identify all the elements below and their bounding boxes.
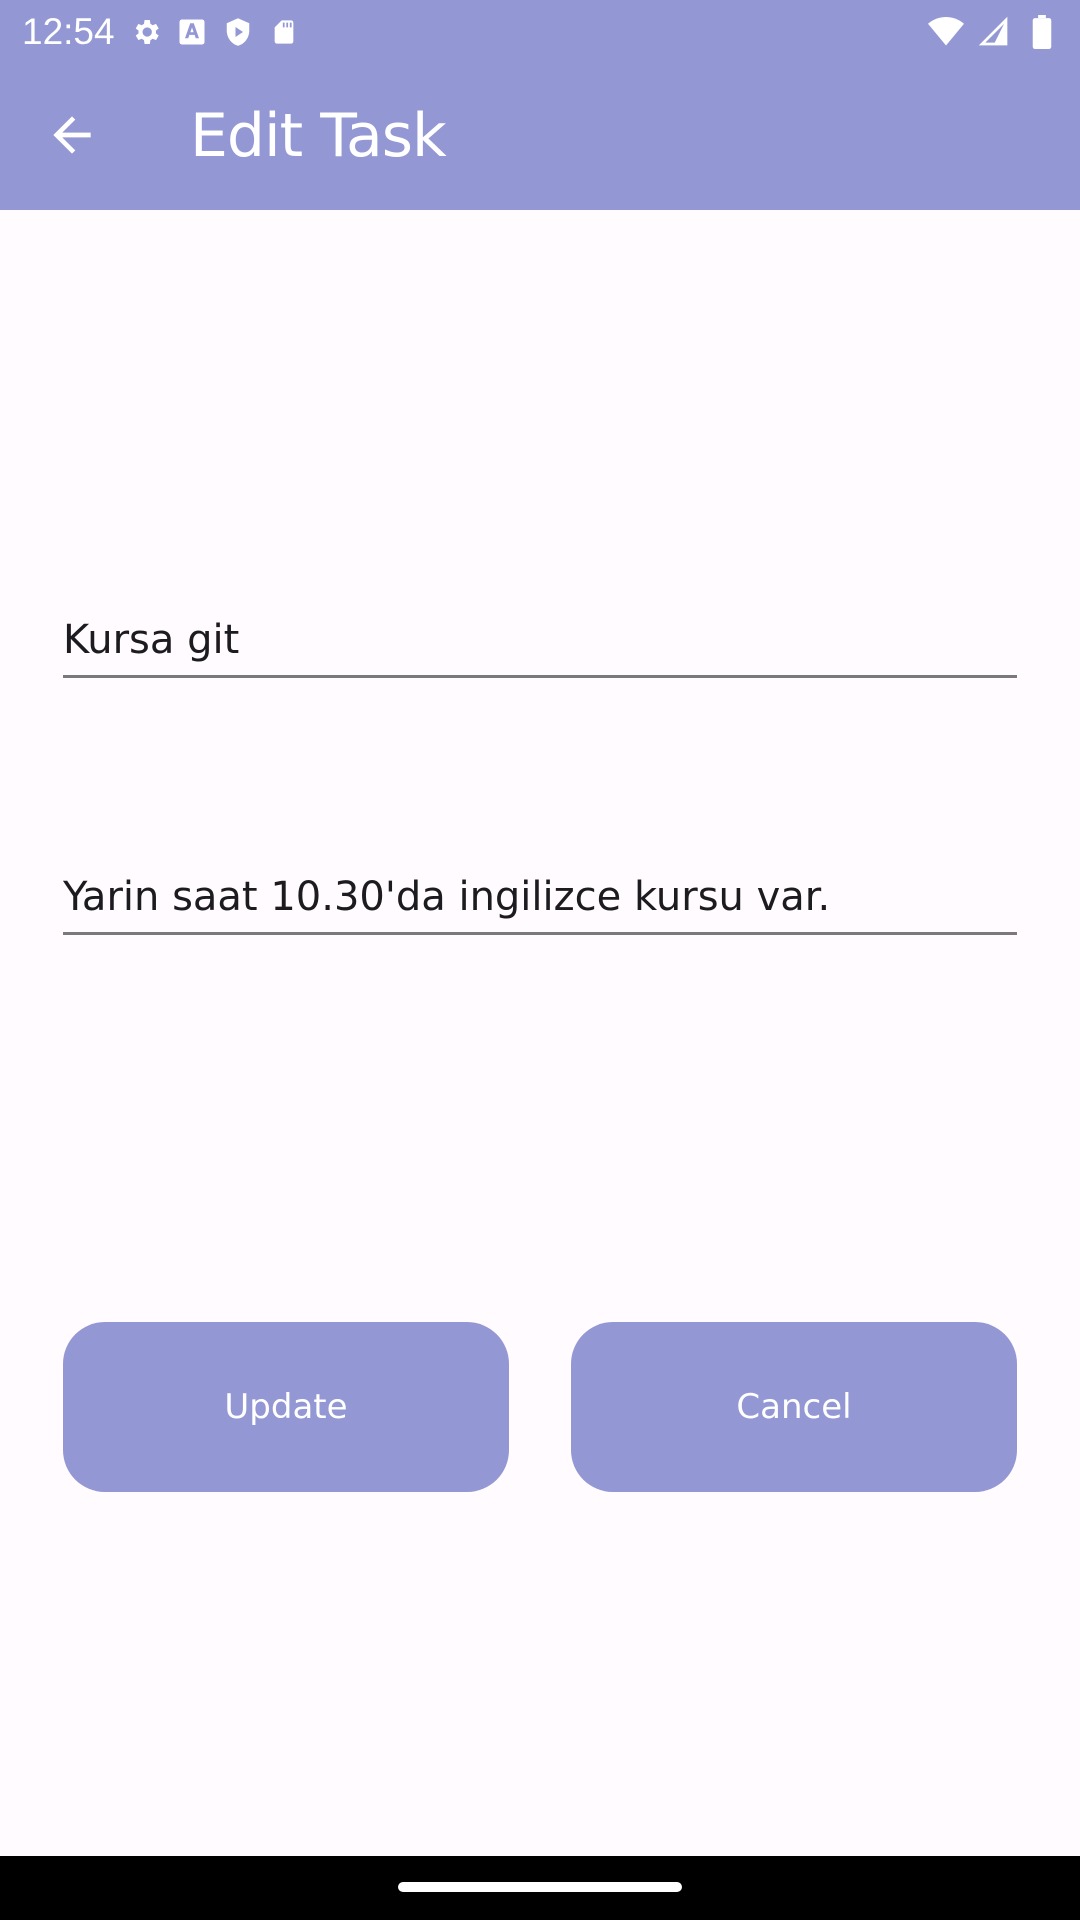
cancel-button[interactable]: Cancel (571, 1322, 1017, 1492)
gear-icon (128, 14, 164, 50)
signal-icon (976, 14, 1012, 50)
shield-play-icon (220, 14, 256, 50)
task-title-underline (63, 675, 1017, 678)
status-time: 12:54 (22, 11, 115, 52)
cancel-button-label: Cancel (736, 1387, 852, 1427)
status-icons-right (928, 12, 1060, 52)
task-title-field (63, 605, 1017, 678)
status-bar: 12:54 (0, 0, 1080, 64)
update-button[interactable]: Update (63, 1322, 509, 1492)
battery-icon (1024, 14, 1060, 50)
task-description-field (63, 862, 1017, 935)
page-title: Edit Task (190, 101, 447, 171)
home-gesture-handle[interactable] (398, 1882, 682, 1892)
back-button[interactable] (24, 99, 120, 175)
task-description-input[interactable] (63, 862, 1017, 932)
update-button-label: Update (224, 1387, 348, 1427)
task-title-input[interactable] (63, 605, 1017, 675)
arrow-back-icon (44, 107, 100, 167)
font-a-icon (174, 14, 210, 50)
wifi-icon (928, 14, 964, 50)
app-bar: Edit Task (0, 64, 1080, 210)
navigation-bar (0, 1856, 1080, 1920)
sd-card-icon (266, 14, 302, 50)
status-icons-left (128, 12, 302, 52)
task-description-underline (63, 932, 1017, 935)
